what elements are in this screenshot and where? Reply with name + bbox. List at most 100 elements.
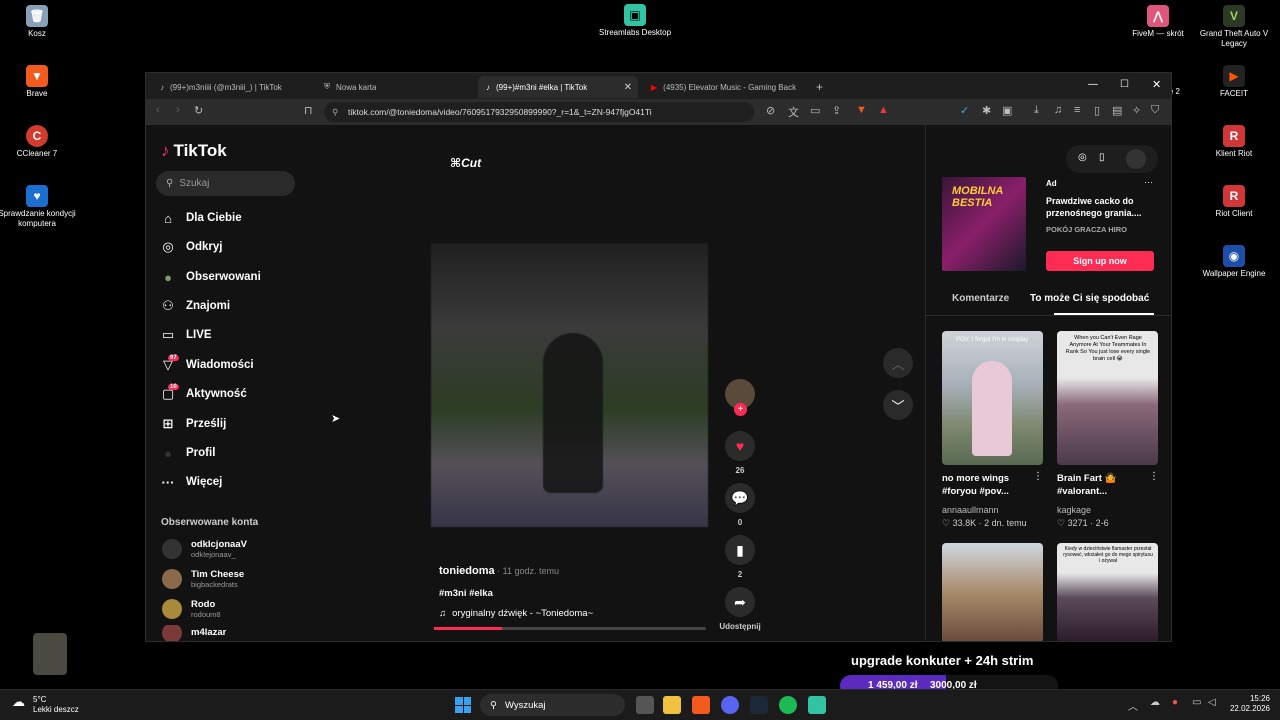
tab-tiktok-video[interactable]: ♪ (99+)#m3ni #elka | TikTok ✕: [478, 76, 638, 98]
followed-account[interactable]: odkIcjonaaV odkIejonaav_: [162, 537, 247, 561]
screen-icon[interactable]: ▭: [810, 104, 820, 117]
minimize-button[interactable]: —: [1088, 79, 1098, 90]
prev-video-button[interactable]: ︿: [883, 348, 913, 378]
file-explorer-icon[interactable]: [663, 696, 681, 714]
nav-wiadomosci[interactable]: ▽ 97 Wiadomości: [159, 354, 254, 376]
url-field[interactable]: ⚲ tiktok.com/@toniedoma/video/7609517932…: [324, 102, 754, 122]
next-video-button[interactable]: ﹀: [883, 390, 913, 420]
more-options-icon[interactable]: ⋮: [1149, 471, 1159, 482]
cloud-icon[interactable]: ☁: [1150, 697, 1160, 708]
close-window-button[interactable]: ✕: [1152, 78, 1161, 91]
weather-widget[interactable]: 5°C Lekki deszcz: [33, 695, 79, 715]
save-button[interactable]: ▮ 2: [724, 535, 756, 579]
nav-aktywnosc[interactable]: ▢ 10 Aktywność: [159, 383, 247, 405]
desktop-icon-fivem[interactable]: ⋀ FiveM — skrót: [1118, 5, 1198, 39]
desktop-icon-recycle-bin[interactable]: 🗑 Kosz: [0, 5, 77, 39]
no-tracking-icon[interactable]: ⊘: [766, 104, 775, 117]
video-tags[interactable]: #m3ni #elka: [439, 588, 493, 599]
brave-icon[interactable]: [692, 696, 710, 714]
more-options-icon[interactable]: ···: [1144, 177, 1153, 187]
desktop-icon-pc-health[interactable]: ♥ Sprawdzanie kondycji komputera: [0, 185, 77, 229]
brave-rewards-icon[interactable]: ▲: [878, 104, 889, 116]
video-sound[interactable]: ♫ oryginalny dźwięk - ~Toniedoma~: [439, 608, 593, 619]
discord-icon[interactable]: [721, 696, 739, 714]
rec-thumbnail[interactable]: [942, 543, 1043, 641]
comment-button[interactable]: 💬 0: [724, 483, 756, 527]
rec-thumbnail[interactable]: Kiedy w dzieciństwie flamaster przestał …: [1057, 543, 1158, 641]
reading-list-icon[interactable]: ≡: [1074, 104, 1080, 116]
rec-title[interactable]: no more wings #foryou #pov...: [942, 472, 1037, 498]
video-player[interactable]: [431, 243, 708, 527]
forward-icon[interactable]: ›: [176, 104, 180, 116]
brave-shields-icon[interactable]: ▼: [856, 104, 867, 116]
steam-icon[interactable]: [750, 696, 768, 714]
share-icon[interactable]: ⇪: [832, 104, 841, 117]
sidebar-icon[interactable]: ▯: [1094, 104, 1100, 117]
site-settings-icon[interactable]: ⚲: [332, 107, 338, 118]
tab-new[interactable]: ⛨ Nowa karta: [316, 76, 474, 98]
phone-icon[interactable]: ▯: [1099, 152, 1105, 163]
rec-thumbnail[interactable]: POV: I forgot I'm in cosplay: [942, 331, 1043, 465]
download-icon[interactable]: ⤓: [1034, 104, 1039, 117]
tab-recommended[interactable]: To może Ci się spodobać: [1030, 293, 1149, 304]
extension-icon[interactable]: ✓: [960, 104, 969, 117]
search-input[interactable]: ⚲ Szukaj: [156, 171, 295, 196]
start-button[interactable]: [455, 697, 471, 713]
desktop-icon-brave[interactable]: ▼ Brave: [0, 65, 77, 99]
nav-odkryj[interactable]: ◎ Odkryj: [159, 236, 222, 258]
puzzle-icon[interactable]: ✱: [982, 104, 991, 117]
translate-icon[interactable]: 文: [788, 104, 799, 120]
video-author[interactable]: toniedoma · 11 godz. temu: [439, 565, 559, 577]
nav-znajomi[interactable]: ⚇ Znajomi: [159, 295, 230, 317]
close-tab-icon[interactable]: ✕: [624, 82, 632, 93]
followed-account[interactable]: Rodo rodoum8: [162, 597, 221, 621]
vpn-icon[interactable]: ⛉: [1151, 104, 1159, 117]
followed-account[interactable]: Tim Cheese bigbackedrats: [162, 567, 244, 591]
avatar[interactable]: [1126, 149, 1146, 169]
rec-author[interactable]: annaaullmann: [942, 505, 999, 515]
nav-profil[interactable]: ● Profil: [159, 442, 215, 464]
leo-icon[interactable]: ✧: [1132, 104, 1141, 117]
tab-tiktok-profile[interactable]: ♪ (99+)m3niiii (@m3niii_) | TikTok: [152, 76, 312, 98]
ad-title[interactable]: Prawdziwe cacko do przenośnego grania...…: [1046, 195, 1161, 219]
volume-icon[interactable]: ◁: [1208, 697, 1216, 708]
nav-przeslij[interactable]: ⊞ Prześlij: [159, 413, 227, 435]
more-options-icon[interactable]: ⋮: [1033, 471, 1043, 482]
signup-button[interactable]: Sign up now: [1046, 251, 1154, 271]
author-avatar-button[interactable]: +: [724, 379, 756, 416]
clock[interactable]: 15:26 22.02.2026: [1228, 694, 1270, 714]
spotify-icon[interactable]: [779, 696, 797, 714]
desktop-icon-streamlabs[interactable]: ▣ Streamlabs Desktop: [595, 4, 675, 38]
compass-icon[interactable]: ◎: [1078, 152, 1087, 163]
mic-icon[interactable]: ●: [1172, 697, 1178, 708]
desktop-icon-wallpaper-engine[interactable]: ◉ Wallpaper Engine: [1194, 245, 1274, 279]
rec-author[interactable]: kagkage: [1057, 505, 1091, 515]
network-icon[interactable]: ▭: [1192, 697, 1201, 708]
nav-wiecej[interactable]: ··· Więcej: [159, 471, 223, 493]
ad-image[interactable]: MOBILNA BESTIA: [942, 177, 1026, 271]
wallet-icon[interactable]: ▣: [1002, 104, 1012, 117]
nav-obserwowani[interactable]: ● Obserwowani: [159, 266, 261, 288]
desktop-icon-riot[interactable]: R Klient Riot: [1194, 125, 1274, 159]
music-icon[interactable]: ♫: [1054, 104, 1062, 116]
nav-dla-ciebie[interactable]: ⌂ Dla Ciebie: [159, 207, 242, 229]
desktop-icon-riot-client[interactable]: R Riot Client: [1194, 185, 1274, 219]
nav-live[interactable]: ▭ LIVE: [159, 324, 212, 346]
tab-comments[interactable]: Komentarze: [952, 293, 1009, 304]
task-view-icon[interactable]: [636, 696, 654, 714]
back-icon[interactable]: ‹: [156, 104, 160, 116]
tray-chevron-icon[interactable]: ︿: [1128, 698, 1138, 713]
streamlabs-icon[interactable]: [808, 696, 826, 714]
wallet-alt-icon[interactable]: ▤: [1112, 104, 1122, 117]
rec-title[interactable]: Brain Fart 🤷 #valorant...: [1057, 472, 1152, 498]
like-button[interactable]: ♥ 26: [724, 431, 756, 475]
bookmark-icon[interactable]: ⊓: [304, 104, 313, 117]
followed-account[interactable]: m4lazar: [162, 625, 226, 641]
desktop-icon-gta[interactable]: V Grand Theft Auto V Legacy: [1194, 5, 1274, 49]
reload-icon[interactable]: ↻: [194, 104, 203, 117]
taskbar-search[interactable]: ⚲ Wyszukaj: [480, 694, 625, 716]
desktop-icon-ccleaner[interactable]: C CCleaner 7: [0, 125, 77, 159]
rec-thumbnail[interactable]: When you Can't Even Rage Anymore At Your…: [1057, 331, 1158, 465]
maximize-button[interactable]: ☐: [1120, 79, 1129, 90]
share-button[interactable]: ➦ Udostępnij: [715, 587, 765, 631]
